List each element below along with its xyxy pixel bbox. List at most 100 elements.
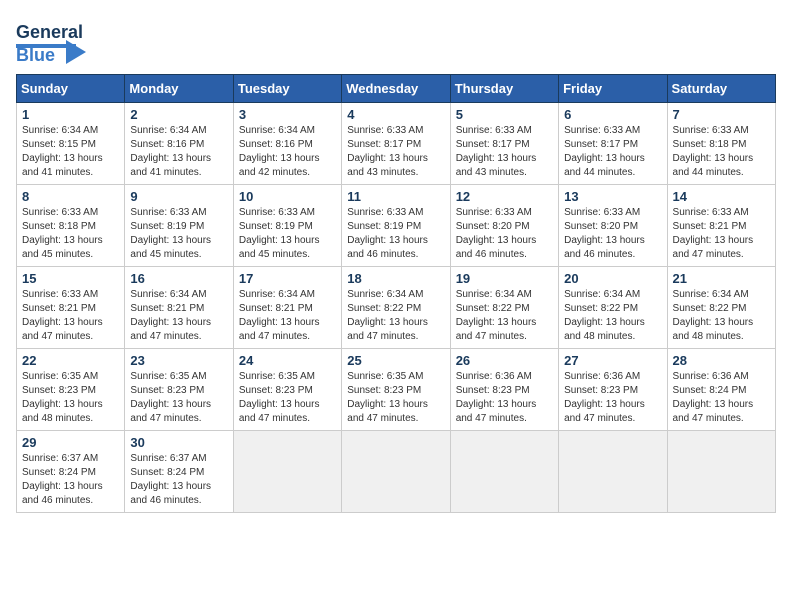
calendar-cell: 1 Sunrise: 6:34 AMSunset: 8:15 PMDayligh… (17, 103, 125, 185)
day-number: 15 (22, 271, 119, 286)
cell-info: Sunrise: 6:34 AMSunset: 8:21 PMDaylight:… (130, 288, 227, 344)
calendar-cell: 24 Sunrise: 6:35 AMSunset: 8:23 PMDaylig… (233, 349, 341, 431)
calendar-cell: 13 Sunrise: 6:33 AMSunset: 8:20 PMDaylig… (559, 185, 667, 267)
cell-info: Sunrise: 6:35 AMSunset: 8:23 PMDaylight:… (22, 370, 119, 426)
cell-info: Sunrise: 6:33 AMSunset: 8:21 PMDaylight:… (673, 206, 770, 262)
calendar-cell: 4 Sunrise: 6:33 AMSunset: 8:17 PMDayligh… (342, 103, 450, 185)
cell-info: Sunrise: 6:33 AMSunset: 8:21 PMDaylight:… (22, 288, 119, 344)
calendar-cell: 29 Sunrise: 6:37 AMSunset: 8:24 PMDaylig… (17, 431, 125, 513)
day-number: 30 (130, 435, 227, 450)
calendar-cell: 15 Sunrise: 6:33 AMSunset: 8:21 PMDaylig… (17, 267, 125, 349)
day-number: 12 (456, 189, 553, 204)
day-number: 27 (564, 353, 661, 368)
day-number: 4 (347, 107, 444, 122)
day-number: 22 (22, 353, 119, 368)
cell-info: Sunrise: 6:34 AMSunset: 8:21 PMDaylight:… (239, 288, 336, 344)
day-number: 25 (347, 353, 444, 368)
calendar-cell: 16 Sunrise: 6:34 AMSunset: 8:21 PMDaylig… (125, 267, 233, 349)
day-number: 2 (130, 107, 227, 122)
day-number: 10 (239, 189, 336, 204)
cell-info: Sunrise: 6:34 AMSunset: 8:22 PMDaylight:… (564, 288, 661, 344)
calendar-cell: 6 Sunrise: 6:33 AMSunset: 8:17 PMDayligh… (559, 103, 667, 185)
page-header: General Blue (16, 16, 776, 66)
calendar-header-tuesday: Tuesday (233, 75, 341, 103)
calendar-cell (450, 431, 558, 513)
cell-info: Sunrise: 6:36 AMSunset: 8:23 PMDaylight:… (564, 370, 661, 426)
cell-info: Sunrise: 6:35 AMSunset: 8:23 PMDaylight:… (130, 370, 227, 426)
day-number: 11 (347, 189, 444, 204)
day-number: 29 (22, 435, 119, 450)
logo-svg: General Blue (16, 16, 86, 66)
calendar-cell: 27 Sunrise: 6:36 AMSunset: 8:23 PMDaylig… (559, 349, 667, 431)
calendar-cell: 5 Sunrise: 6:33 AMSunset: 8:17 PMDayligh… (450, 103, 558, 185)
day-number: 7 (673, 107, 770, 122)
day-number: 16 (130, 271, 227, 286)
logo: General Blue (16, 16, 86, 66)
calendar-cell: 8 Sunrise: 6:33 AMSunset: 8:18 PMDayligh… (17, 185, 125, 267)
cell-info: Sunrise: 6:33 AMSunset: 8:19 PMDaylight:… (130, 206, 227, 262)
calendar-cell: 7 Sunrise: 6:33 AMSunset: 8:18 PMDayligh… (667, 103, 775, 185)
cell-info: Sunrise: 6:35 AMSunset: 8:23 PMDaylight:… (347, 370, 444, 426)
calendar-cell: 18 Sunrise: 6:34 AMSunset: 8:22 PMDaylig… (342, 267, 450, 349)
calendar-cell: 23 Sunrise: 6:35 AMSunset: 8:23 PMDaylig… (125, 349, 233, 431)
day-number: 19 (456, 271, 553, 286)
calendar-header-saturday: Saturday (667, 75, 775, 103)
day-number: 13 (564, 189, 661, 204)
calendar-header-sunday: Sunday (17, 75, 125, 103)
day-number: 28 (673, 353, 770, 368)
svg-text:General: General (16, 22, 83, 42)
calendar-cell: 11 Sunrise: 6:33 AMSunset: 8:19 PMDaylig… (342, 185, 450, 267)
cell-info: Sunrise: 6:34 AMSunset: 8:16 PMDaylight:… (239, 124, 336, 180)
day-number: 5 (456, 107, 553, 122)
calendar-cell: 3 Sunrise: 6:34 AMSunset: 8:16 PMDayligh… (233, 103, 341, 185)
cell-info: Sunrise: 6:33 AMSunset: 8:20 PMDaylight:… (564, 206, 661, 262)
cell-info: Sunrise: 6:34 AMSunset: 8:22 PMDaylight:… (673, 288, 770, 344)
cell-info: Sunrise: 6:33 AMSunset: 8:18 PMDaylight:… (673, 124, 770, 180)
cell-info: Sunrise: 6:33 AMSunset: 8:17 PMDaylight:… (347, 124, 444, 180)
cell-info: Sunrise: 6:36 AMSunset: 8:23 PMDaylight:… (456, 370, 553, 426)
day-number: 9 (130, 189, 227, 204)
day-number: 14 (673, 189, 770, 204)
day-number: 8 (22, 189, 119, 204)
day-number: 3 (239, 107, 336, 122)
calendar-cell: 21 Sunrise: 6:34 AMSunset: 8:22 PMDaylig… (667, 267, 775, 349)
cell-info: Sunrise: 6:34 AMSunset: 8:22 PMDaylight:… (347, 288, 444, 344)
calendar-cell (233, 431, 341, 513)
calendar-cell: 22 Sunrise: 6:35 AMSunset: 8:23 PMDaylig… (17, 349, 125, 431)
cell-info: Sunrise: 6:33 AMSunset: 8:18 PMDaylight:… (22, 206, 119, 262)
calendar-cell: 25 Sunrise: 6:35 AMSunset: 8:23 PMDaylig… (342, 349, 450, 431)
calendar-cell: 19 Sunrise: 6:34 AMSunset: 8:22 PMDaylig… (450, 267, 558, 349)
calendar-cell: 2 Sunrise: 6:34 AMSunset: 8:16 PMDayligh… (125, 103, 233, 185)
calendar-cell: 20 Sunrise: 6:34 AMSunset: 8:22 PMDaylig… (559, 267, 667, 349)
calendar-cell (667, 431, 775, 513)
day-number: 21 (673, 271, 770, 286)
calendar-week-4: 22 Sunrise: 6:35 AMSunset: 8:23 PMDaylig… (17, 349, 776, 431)
cell-info: Sunrise: 6:34 AMSunset: 8:15 PMDaylight:… (22, 124, 119, 180)
calendar-week-1: 1 Sunrise: 6:34 AMSunset: 8:15 PMDayligh… (17, 103, 776, 185)
cell-info: Sunrise: 6:33 AMSunset: 8:20 PMDaylight:… (456, 206, 553, 262)
calendar-cell: 30 Sunrise: 6:37 AMSunset: 8:24 PMDaylig… (125, 431, 233, 513)
cell-info: Sunrise: 6:37 AMSunset: 8:24 PMDaylight:… (22, 452, 119, 508)
day-number: 24 (239, 353, 336, 368)
cell-info: Sunrise: 6:36 AMSunset: 8:24 PMDaylight:… (673, 370, 770, 426)
calendar-header-thursday: Thursday (450, 75, 558, 103)
cell-info: Sunrise: 6:33 AMSunset: 8:17 PMDaylight:… (564, 124, 661, 180)
calendar-week-3: 15 Sunrise: 6:33 AMSunset: 8:21 PMDaylig… (17, 267, 776, 349)
svg-text:Blue: Blue (16, 45, 55, 65)
cell-info: Sunrise: 6:33 AMSunset: 8:17 PMDaylight:… (456, 124, 553, 180)
calendar-cell (559, 431, 667, 513)
cell-info: Sunrise: 6:35 AMSunset: 8:23 PMDaylight:… (239, 370, 336, 426)
calendar-header-wednesday: Wednesday (342, 75, 450, 103)
calendar-week-5: 29 Sunrise: 6:37 AMSunset: 8:24 PMDaylig… (17, 431, 776, 513)
calendar-header-monday: Monday (125, 75, 233, 103)
cell-info: Sunrise: 6:34 AMSunset: 8:22 PMDaylight:… (456, 288, 553, 344)
cell-info: Sunrise: 6:33 AMSunset: 8:19 PMDaylight:… (239, 206, 336, 262)
day-number: 1 (22, 107, 119, 122)
cell-info: Sunrise: 6:34 AMSunset: 8:16 PMDaylight:… (130, 124, 227, 180)
calendar-header-friday: Friday (559, 75, 667, 103)
calendar-week-2: 8 Sunrise: 6:33 AMSunset: 8:18 PMDayligh… (17, 185, 776, 267)
day-number: 17 (239, 271, 336, 286)
calendar-cell: 12 Sunrise: 6:33 AMSunset: 8:20 PMDaylig… (450, 185, 558, 267)
calendar-cell: 9 Sunrise: 6:33 AMSunset: 8:19 PMDayligh… (125, 185, 233, 267)
calendar-cell: 26 Sunrise: 6:36 AMSunset: 8:23 PMDaylig… (450, 349, 558, 431)
